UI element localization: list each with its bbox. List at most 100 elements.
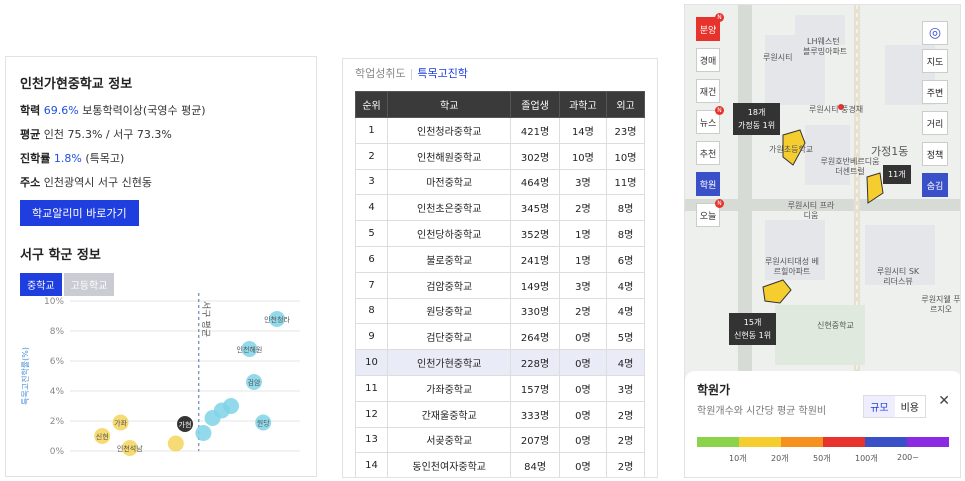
legend-tick: 20개	[771, 454, 789, 463]
y-tick-label: 6%	[50, 357, 65, 367]
legend-swatch	[823, 437, 865, 447]
school-title: 인천가현중학교 정보	[20, 77, 133, 92]
map-panel[interactable]: LH웨스턴 블루밍아파트 루원시티 루원시티 풍경채 가원초등학교 루원호반베르…	[684, 4, 961, 478]
table-cell: 5	[354, 220, 389, 247]
table-row[interactable]: 4 인천초은중학교 345명 2명 8명	[354, 194, 645, 222]
table-cell: 302명	[510, 142, 560, 170]
table-cell: 6명	[606, 245, 645, 273]
table-cell: 10명	[606, 142, 645, 170]
address-row: 주소 인천광역시 서구 신현동	[20, 176, 152, 189]
table-cell: 6	[354, 245, 389, 273]
table-row[interactable]: 6 불로중학교 241명 1명 6명	[354, 245, 645, 273]
table-cell: 2명	[606, 400, 645, 428]
table-cell: 330명	[510, 297, 560, 325]
table-row[interactable]: 13 서곶중학교 207명 0명 2명	[354, 426, 645, 454]
locate-icon[interactable]: ◎	[922, 21, 948, 45]
table-cell: 10명	[558, 142, 608, 170]
table-cell: 불로중학교	[387, 245, 512, 273]
table-row[interactable]: 12 간재울중학교 333명 0명 2명	[354, 400, 645, 428]
table-cell: 2명	[558, 194, 608, 222]
column-header: 학교	[387, 91, 512, 118]
table-cell: 14	[354, 452, 389, 477]
table-cell: 1명	[558, 245, 608, 273]
table-row[interactable]: 10 인천가현중학교 228명 0명 4명	[354, 349, 645, 376]
academy-callout[interactable]: 18개 가정동 1위	[733, 103, 781, 135]
column-header: 외고	[606, 91, 645, 118]
table-cell: 157명	[510, 374, 560, 402]
school-alimi-button[interactable]: 학교알리미 바로가기	[20, 200, 139, 226]
academy-callout[interactable]: 11개	[883, 165, 911, 184]
table-cell: 인천해원중학교	[387, 142, 512, 170]
table-cell: 인천초은중학교	[387, 194, 512, 222]
data-point	[195, 425, 212, 441]
table-cell: 원당중학교	[387, 297, 512, 325]
table-cell: 149명	[510, 271, 560, 299]
map-side-button[interactable]: 지도	[922, 49, 948, 73]
map-label: 루원호반베르디움 더센트럴	[820, 157, 880, 176]
ranking-panel: 학업성취도 | 특목고진학 순위 학교 졸업생 과학고 외고 1 인천청라중학교 421명 14명…	[342, 58, 658, 478]
table-row[interactable]: 8 원당중학교 330명 2명 4명	[354, 297, 645, 325]
table-cell: 0명	[558, 323, 608, 351]
legend-tick: 100개	[855, 454, 878, 463]
point-label: 인천석남	[117, 444, 143, 453]
table-cell: 0명	[558, 426, 608, 454]
legend-tick: 10개	[729, 454, 747, 463]
map-side-button[interactable]: 주변	[922, 80, 948, 104]
toggle-cost[interactable]: 비용	[895, 396, 925, 417]
map-label: 루원시티 SK리더스뷰	[876, 267, 920, 286]
ranking-table: 순위 학교 졸업생 과학고 외고 1 인천청라중학교 421명 14명 23명 2 인천해원중학교 3…	[354, 91, 645, 477]
point-label: 검암	[248, 379, 261, 387]
school-info-panel: 인천가현중학교 정보 학력 69.6% 보통학력이상(국영수 평균) 평균 인천…	[5, 56, 317, 477]
table-cell: 4명	[606, 271, 645, 299]
map-label: 루원지웰 푸르지오	[921, 295, 961, 314]
table-cell: 8명	[606, 194, 645, 222]
table-cell: 11	[354, 374, 389, 402]
toggle-size[interactable]: 규모	[864, 396, 895, 417]
table-row[interactable]: 14 동인천여자중학교 84명 0명 2명	[354, 452, 645, 477]
table-cell: 마전중학교	[387, 168, 512, 196]
academy-callout[interactable]: 15개 신현동 1위	[729, 313, 777, 345]
column-header: 졸업생	[510, 91, 560, 118]
table-cell: 84명	[510, 452, 560, 477]
table-row[interactable]: 1 인천청라중학교 421명 14명 23명	[354, 117, 645, 144]
table-row[interactable]: 7 검암중학교 149명 3명 4명	[354, 271, 645, 299]
table-cell: 인천당하중학교	[387, 220, 512, 247]
map-side-button[interactable]: 숨김	[922, 173, 948, 197]
map-button[interactable]: 학원	[696, 172, 720, 196]
data-point	[204, 410, 221, 426]
close-icon[interactable]: ✕	[938, 393, 950, 409]
table-cell: 13	[354, 426, 389, 454]
map-canvas[interactable]	[685, 5, 961, 371]
table-cell: 5명	[606, 323, 645, 351]
table-cell: 0명	[558, 400, 608, 428]
map-side-button[interactable]: 정책	[922, 142, 948, 166]
table-cell: 0명	[558, 452, 608, 477]
map-button[interactable]: 추천	[696, 141, 720, 165]
tab-special-high[interactable]: 특목고진학	[417, 67, 468, 80]
table-cell: 인천가현중학교	[387, 349, 512, 376]
point-label: 가현	[179, 420, 192, 429]
table-cell: 2	[354, 142, 389, 170]
table-cell: 가좌중학교	[387, 374, 512, 402]
map-button[interactable]: 재건	[696, 79, 720, 103]
legend-swatch	[697, 437, 739, 447]
point-label: 인천해원	[237, 345, 263, 354]
tab-achievement[interactable]: 학업성취도	[355, 67, 406, 80]
table-cell: 421명	[510, 117, 560, 144]
table-row[interactable]: 5 인천당하중학교 352명 1명 8명	[354, 220, 645, 247]
table-cell: 3명	[606, 374, 645, 402]
map-side-button[interactable]: 거리	[922, 111, 948, 135]
table-row[interactable]: 3 마전중학교 464명 3명 11명	[354, 168, 645, 196]
table-cell: 4명	[606, 297, 645, 325]
map-label: 가정1동	[871, 145, 909, 158]
point-label: 신현	[96, 432, 109, 441]
table-cell: 0명	[558, 374, 608, 402]
table-row[interactable]: 9 검단중학교 264명 0명 5명	[354, 323, 645, 351]
academy-sheet: 학원가 학원개수와 시간당 평균 학원비 규모 비용 ✕ 10개 20개 50개 10…	[685, 371, 960, 477]
map-button[interactable]: 경매	[696, 48, 720, 72]
scatter-chart: 10% 8% 6% 4% 2% 0% 특목고진학률(%) 서구 평균 인천청라인천해원검암원당 가…	[20, 293, 300, 457]
table-cell: 228명	[510, 349, 560, 376]
table-cell: 0명	[558, 349, 608, 376]
table-row[interactable]: 2 인천해원중학교 302명 10명 10명	[354, 142, 645, 170]
table-row[interactable]: 11 가좌중학교 157명 0명 3명	[354, 374, 645, 402]
